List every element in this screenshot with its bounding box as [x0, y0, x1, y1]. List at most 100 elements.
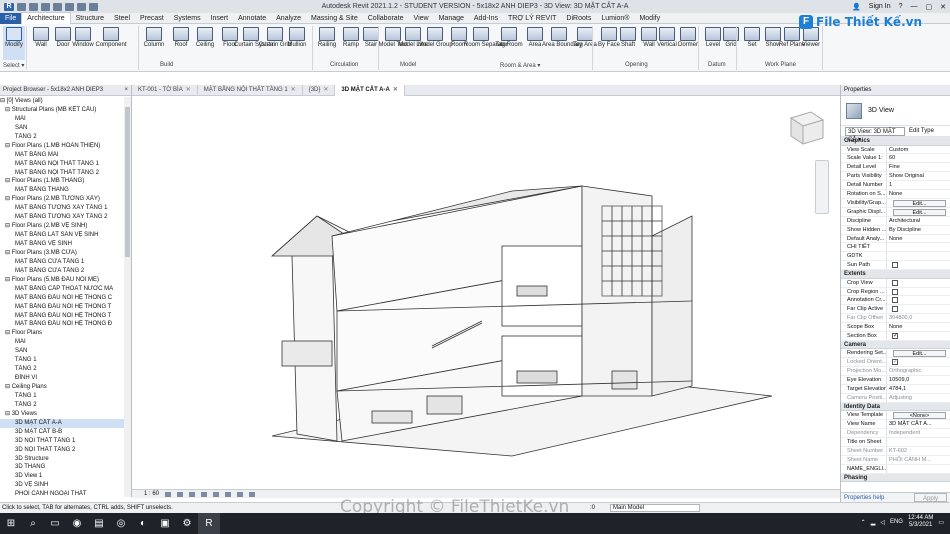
- property-value[interactable]: 3D MẶT CẮT A...: [886, 420, 950, 429]
- tray-up-icon[interactable]: ⌃: [861, 519, 866, 526]
- property-edit-button[interactable]: <None>: [893, 412, 946, 420]
- ribbon-tab-1[interactable]: Architecture: [21, 12, 71, 24]
- shadows-icon[interactable]: [201, 491, 208, 497]
- property-value[interactable]: [886, 252, 950, 261]
- ribbon-tool-19[interactable]: Room Separator: [464, 26, 508, 60]
- tree-item[interactable]: MẶT BẰNG CỬA TẦNG 2: [0, 267, 131, 276]
- type-selector[interactable]: 3D View: [841, 96, 950, 126]
- property-value[interactable]: None: [886, 234, 950, 243]
- redo-icon[interactable]: [53, 2, 62, 11]
- property-value[interactable]: [886, 332, 950, 340]
- tree-item[interactable]: MẶT BẰNG VỆ SINH: [0, 240, 131, 249]
- property-checkbox[interactable]: [892, 279, 898, 286]
- photos-icon[interactable]: ▣: [154, 513, 176, 534]
- volume-icon[interactable]: ◁: [880, 519, 885, 526]
- property-value[interactable]: <None>: [886, 411, 950, 420]
- file-explorer-icon[interactable]: ▤: [88, 513, 110, 534]
- tree-item[interactable]: 3D THANG: [0, 463, 131, 472]
- tree-item[interactable]: MẶT BẰNG LÁT SÀN VỆ SINH: [0, 231, 131, 240]
- task-view-icon[interactable]: ▭: [44, 513, 66, 534]
- ribbon-tab-14[interactable]: TRỢ LÝ REVIT: [503, 13, 561, 24]
- tree-item[interactable]: TẦNG 1: [0, 392, 131, 401]
- edit-type-button[interactable]: Edit Type: [909, 128, 934, 134]
- revit-app-icon[interactable]: R: [4, 2, 14, 11]
- ribbon-tool-22[interactable]: Area Boundary: [542, 26, 582, 60]
- tree-item[interactable]: MẶT BẰNG ĐẦU NỐI HỆ THỐNG Đ: [0, 320, 131, 329]
- view-tab-close-icon[interactable]: ✕: [291, 85, 296, 96]
- active-model-dropdown[interactable]: Main Model: [610, 504, 700, 512]
- tree-item[interactable]: MẶT BẰNG ĐẦU NỐI HỆ THỐNG C: [0, 294, 131, 303]
- tree-item[interactable]: 3D MẶT CẮT A-A: [0, 418, 131, 428]
- minimize-button[interactable]: —: [911, 3, 918, 10]
- view-tab-3[interactable]: 3D MẶT CẮT A-A ✕: [335, 84, 405, 96]
- property-value[interactable]: 1: [886, 181, 950, 190]
- property-value[interactable]: Custom: [886, 145, 950, 154]
- detail-level-icon[interactable]: [165, 491, 172, 497]
- property-value[interactable]: 304800,0: [886, 314, 950, 323]
- tree-item[interactable]: 3D VỆ SINH: [0, 481, 131, 490]
- tree-item[interactable]: ⊟ Ceiling Plans: [0, 383, 131, 392]
- network-icon[interactable]: ▂: [871, 519, 876, 526]
- tree-item[interactable]: ⊟ Floor Plans: [0, 329, 131, 338]
- project-browser-scrollbar[interactable]: [124, 97, 131, 497]
- clock[interactable]: 12:44 AM 5/3/2021: [908, 515, 933, 529]
- tree-item[interactable]: ⊟ Floor Plans (3.MB CỬA): [0, 249, 131, 258]
- tree-item[interactable]: MẶT BẰNG ĐẦU NỐI HỆ THỐNG T: [0, 312, 131, 321]
- search-icon[interactable]: ⌕: [22, 513, 44, 534]
- tree-item[interactable]: TẦNG 2: [0, 401, 131, 410]
- property-value[interactable]: [886, 261, 950, 270]
- tree-item[interactable]: MẶT BẰNG NỘI THẤT TẦNG 2: [0, 169, 131, 178]
- close-button[interactable]: ✕: [940, 3, 946, 11]
- sign-in-link[interactable]: Sign In: [869, 3, 891, 10]
- tree-item[interactable]: PHỐI CẢNH NGOẠI THẤT: [0, 490, 131, 499]
- property-value[interactable]: Edit...: [886, 198, 950, 207]
- print-icon[interactable]: [65, 2, 74, 11]
- property-value[interactable]: [886, 438, 950, 446]
- edge-icon[interactable]: ◐: [132, 513, 154, 534]
- ribbon-panel-label-2[interactable]: Circulation: [330, 62, 358, 68]
- ribbon-tab-11[interactable]: View: [409, 13, 434, 24]
- tree-item[interactable]: ⊟ Floor Plans (5.MB ĐẦU NỐI ME): [0, 276, 131, 285]
- property-value[interactable]: Fine: [886, 163, 950, 172]
- windows-start-icon[interactable]: ⊞: [0, 513, 22, 534]
- tree-item[interactable]: MẶT BẰNG ĐẦU NỐI HỆ THỐNG T: [0, 303, 131, 312]
- lock-view-icon[interactable]: [237, 491, 244, 497]
- property-value[interactable]: Show Original: [886, 172, 950, 181]
- chrome-icon[interactable]: ◉: [66, 513, 88, 534]
- ribbon-panel-label-3[interactable]: Model: [400, 62, 416, 68]
- tree-item[interactable]: MẶT BẰNG THANG: [0, 186, 131, 195]
- tree-item[interactable]: 3D NỘI THẤT TẦNG 2: [0, 446, 131, 455]
- tree-item[interactable]: MẶT BẰNG MÁI: [0, 151, 131, 160]
- view-tab-0[interactable]: KT-001 - TỜ BÌA ✕: [132, 84, 198, 96]
- hide-isolate-icon[interactable]: [249, 491, 256, 497]
- view-tab-close-icon[interactable]: ✕: [323, 85, 328, 96]
- open-icon[interactable]: [17, 2, 26, 11]
- view-tab-close-icon[interactable]: ✕: [393, 85, 398, 96]
- properties-section-header[interactable]: Camera: [841, 340, 950, 350]
- view-scale[interactable]: 1 : 60: [144, 490, 159, 498]
- property-value[interactable]: KT-602: [886, 446, 950, 455]
- ribbon-panel-label-0[interactable]: Select ▾: [3, 62, 24, 69]
- ribbon-tab-16[interactable]: Lumion®: [596, 13, 634, 24]
- undo-icon[interactable]: [41, 2, 50, 11]
- tree-item[interactable]: ⊟ Floor Plans (1.MB THANG): [0, 177, 131, 186]
- view-tab-1[interactable]: MẶT BẰNG NỘI THẤT TẦNG 1 ✕: [198, 84, 303, 96]
- properties-section-header[interactable]: Phasing: [841, 473, 950, 483]
- ribbon-tab-10[interactable]: Collaborate: [363, 13, 409, 24]
- zoom-icon[interactable]: ◎: [110, 513, 132, 534]
- tree-item[interactable]: SÀN: [0, 347, 131, 356]
- property-value[interactable]: [886, 287, 950, 296]
- ribbon-tool-20[interactable]: Tag Room: [495, 26, 523, 60]
- property-checkbox[interactable]: [892, 288, 898, 295]
- ribbon-tool-3[interactable]: Window: [72, 26, 94, 60]
- navigation-bar[interactable]: [815, 160, 829, 214]
- tree-item[interactable]: MÁI: [0, 338, 131, 347]
- property-value[interactable]: Architectural: [886, 216, 950, 225]
- render-icon[interactable]: [213, 491, 220, 497]
- ribbon-panel-label-1[interactable]: Build: [160, 62, 173, 68]
- tree-item[interactable]: MẶT BẰNG NỘI THẤT TẦNG 1: [0, 160, 131, 169]
- tree-item[interactable]: ĐỈNH VI: [0, 374, 131, 383]
- ribbon-tab-0[interactable]: File: [0, 12, 22, 24]
- sun-path-icon[interactable]: [189, 491, 196, 497]
- property-value[interactable]: [886, 358, 950, 367]
